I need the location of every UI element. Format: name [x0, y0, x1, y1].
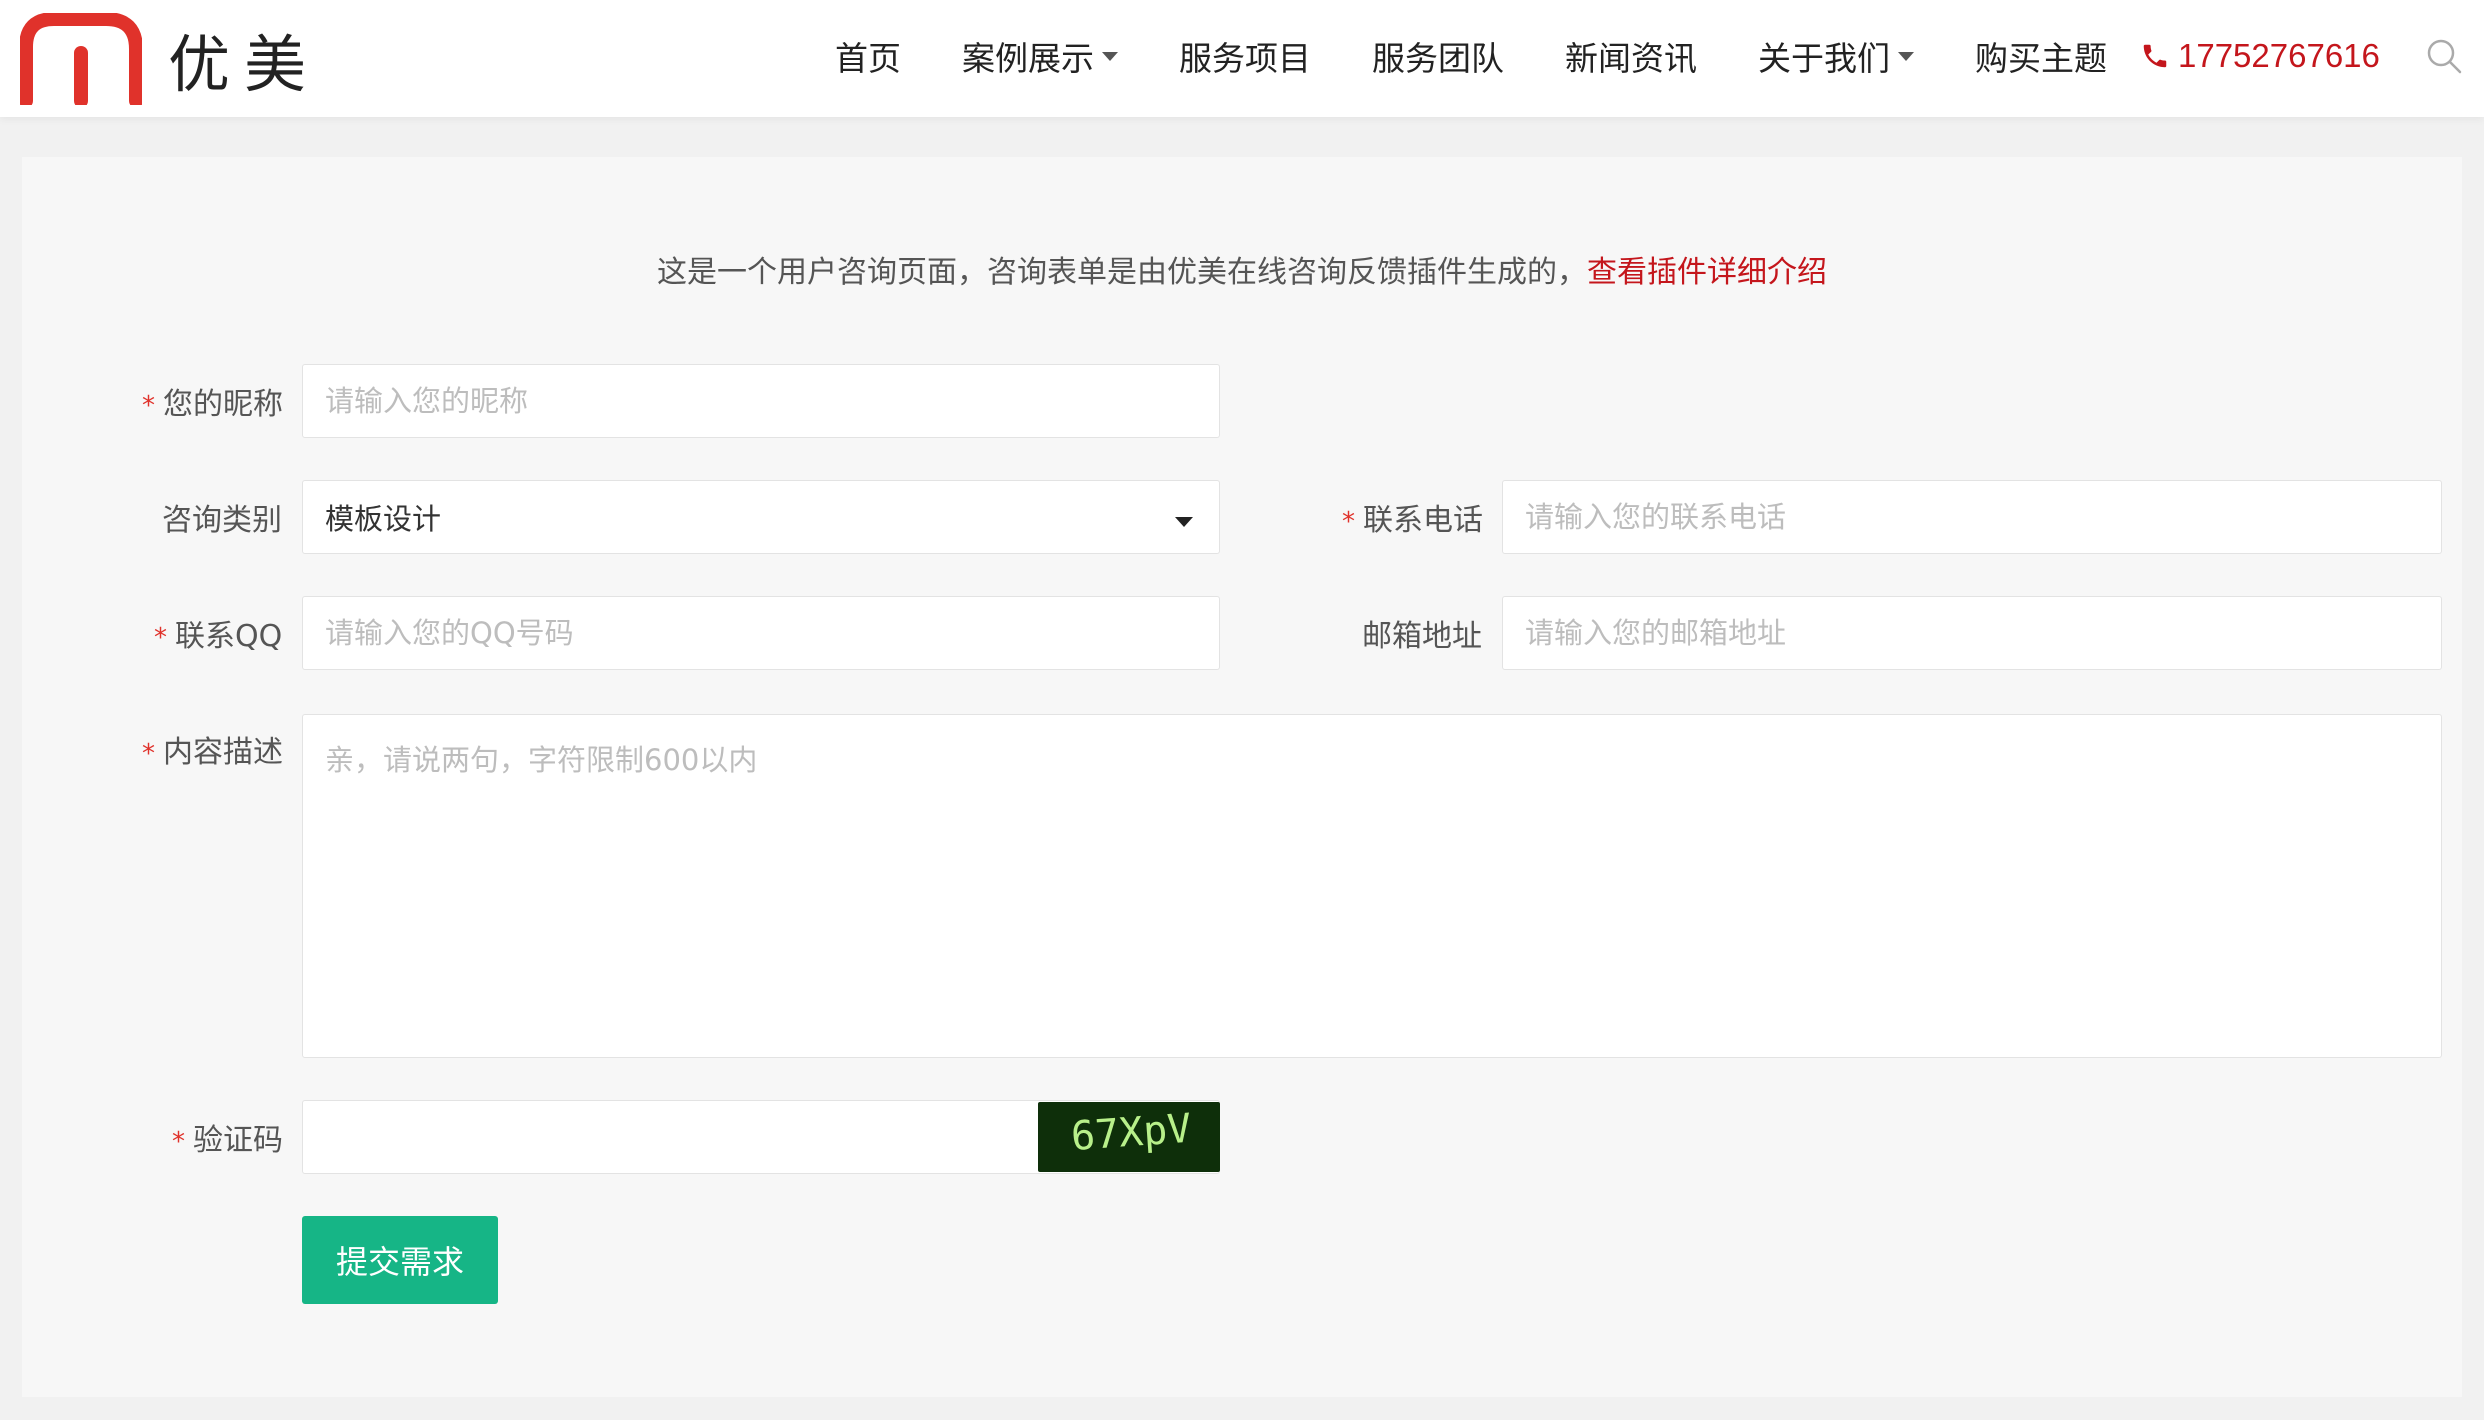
email-field[interactable]	[1502, 596, 2442, 670]
email-label: 邮箱地址	[1362, 619, 1482, 654]
qq-field[interactable]	[302, 596, 1220, 670]
captcha-input[interactable]	[325, 1101, 1115, 1173]
nav-item-label: 关于我们	[1758, 39, 1890, 78]
phone-icon	[2143, 44, 2167, 68]
submit-button[interactable]: 提交需求	[302, 1216, 498, 1304]
nav-item-2[interactable]: 服务项目	[1179, 32, 1311, 80]
phone-number: 17752767616	[2178, 37, 2380, 74]
captcha-image[interactable]: 67XpV	[1038, 1102, 1220, 1172]
nav-item-label: 服务团队	[1372, 39, 1504, 78]
qq-label: * 联系QQ	[154, 619, 283, 654]
search-icon[interactable]	[2424, 36, 2464, 76]
nickname-label: * 您的昵称	[142, 387, 283, 422]
captcha-text: 67XpV	[1069, 1106, 1192, 1160]
captcha-label: * 验证码	[172, 1123, 283, 1158]
nav-item-1[interactable]: 案例展示	[962, 32, 1118, 80]
required-mark: *	[142, 391, 155, 421]
nav-item-label: 服务项目	[1179, 39, 1311, 78]
intro-text: 这是一个用户咨询页面，咨询表单是由优美在线咨询反馈插件生成的，查看插件详细介绍	[657, 255, 1827, 290]
logo[interactable]: 优美	[20, 13, 321, 105]
contact-phone[interactable]: 17752767616	[2140, 30, 2380, 82]
captcha-glyphs: 67XpV	[1069, 1106, 1192, 1160]
nav-item-0[interactable]: 首页	[835, 32, 901, 80]
chevron-down-icon	[1102, 51, 1118, 61]
logo-mark-icon	[20, 13, 142, 105]
content-label: * 内容描述	[142, 735, 283, 770]
category-label: 咨询类别	[162, 503, 282, 538]
nav-item-label: 购买主题	[1975, 39, 2107, 78]
chevron-down-icon	[1175, 517, 1193, 527]
category-select[interactable]: 模板设计	[302, 480, 1220, 554]
content-field[interactable]	[302, 714, 2442, 1058]
phone-field[interactable]	[1502, 480, 2442, 554]
nav-item-3[interactable]: 服务团队	[1372, 32, 1504, 80]
brand-name: 优美	[168, 28, 321, 101]
main-nav: 首页 案例展示 服务项目 服务团队 新闻资讯 关于我们 购买主题	[835, 30, 2168, 82]
nav-item-6[interactable]: 购买主题	[1975, 32, 2107, 80]
nav-item-4[interactable]: 新闻资讯	[1565, 32, 1697, 80]
phone-label: * 联系电话	[1342, 503, 1483, 538]
nav-item-label: 案例展示	[962, 39, 1094, 78]
chevron-down-icon	[1898, 51, 1914, 61]
nav-item-label: 新闻资讯	[1565, 39, 1697, 78]
plugin-details-link[interactable]: 查看插件详细介绍	[1587, 255, 1827, 290]
phone-input[interactable]	[1525, 481, 2441, 553]
inquiry-panel: 这是一个用户咨询页面，咨询表单是由优美在线咨询反馈插件生成的，查看插件详细介绍 …	[22, 157, 2462, 1397]
site-header: 优美 首页 案例展示 服务项目 服务团队 新闻资讯 关于我们 购买主题 1775276761…	[0, 0, 2484, 117]
nickname-input[interactable]	[325, 365, 1219, 437]
nav-item-label: 首页	[835, 39, 901, 78]
category-value: 模板设计	[325, 502, 442, 536]
email-input[interactable]	[1525, 597, 2441, 669]
content-textarea[interactable]	[325, 715, 2441, 1057]
qq-input[interactable]	[325, 597, 1219, 669]
nickname-field[interactable]	[302, 364, 1220, 438]
nav-item-5[interactable]: 关于我们	[1758, 32, 1914, 80]
